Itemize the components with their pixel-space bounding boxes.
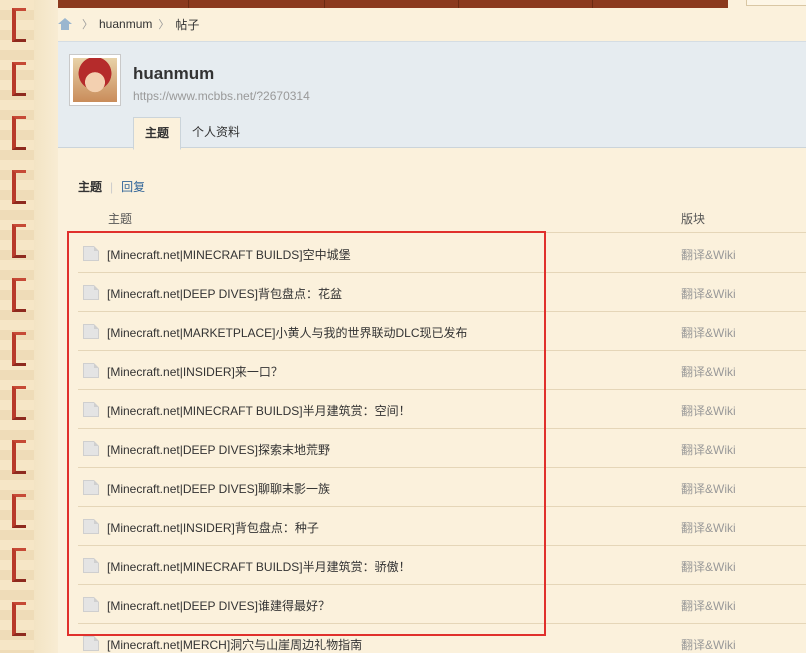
profile-tabs: 主题 个人资料	[133, 117, 251, 150]
decorative-brick	[12, 332, 26, 366]
forum-link[interactable]: 翻译&Wiki	[681, 597, 736, 614]
document-icon	[83, 480, 99, 495]
table-row: [Minecraft.net|MERCH]洞穴与山崖周边礼物指南 翻译&Wiki	[78, 624, 806, 653]
table-row: [Minecraft.net|MINECRAFT BUILDS]半月建筑赏：空间…	[78, 390, 806, 429]
table-row: [Minecraft.net|DEEP DIVES]背包盘点：花盆 翻译&Wiki	[78, 273, 806, 312]
breadcrumb: 〉 huanmum 〉 帖子	[58, 14, 199, 34]
topic-title-link[interactable]: [Minecraft.net|DEEP DIVES]背包盘点：花盆	[107, 285, 342, 302]
forum-link[interactable]: 翻译&Wiki	[681, 363, 736, 380]
table-row: [Minecraft.net|DEEP DIVES]探索末地荒野 翻译&Wiki	[78, 429, 806, 468]
topic-title-link[interactable]: [Minecraft.net|MINECRAFT BUILDS]半月建筑赏：空间…	[107, 402, 411, 419]
topic-title-link[interactable]: [Minecraft.net|MINECRAFT BUILDS]半月建筑赏：骄傲…	[107, 558, 411, 575]
forum-link[interactable]: 翻译&Wiki	[681, 324, 736, 341]
forum-link[interactable]: 翻译&Wiki	[681, 636, 736, 653]
forum-link[interactable]: 翻译&Wiki	[681, 246, 736, 263]
breadcrumb-separator-icon: 〉	[82, 19, 93, 31]
topic-title-link[interactable]: [Minecraft.net|MARKETPLACE]小黄人与我的世界联动DLC…	[107, 324, 468, 341]
document-icon	[83, 324, 99, 339]
subnav: 主题 | 回复	[78, 178, 145, 195]
document-icon	[83, 558, 99, 573]
forum-link[interactable]: 翻译&Wiki	[681, 402, 736, 419]
decorative-brick	[12, 224, 26, 258]
breadcrumb-separator-icon: 〉	[158, 19, 170, 31]
tab-profile-info[interactable]: 个人资料	[181, 117, 251, 149]
topic-title-link[interactable]: [Minecraft.net|DEEP DIVES]谁建得最好？	[107, 597, 330, 614]
nav-divider	[458, 0, 459, 8]
decorative-brick	[12, 386, 26, 420]
nav-divider	[592, 0, 593, 8]
table-row: [Minecraft.net|MINECRAFT BUILDS]半月建筑赏：骄傲…	[78, 546, 806, 585]
forum-link[interactable]: 翻译&Wiki	[681, 519, 736, 536]
table-row: [Minecraft.net|MINECRAFT BUILDS]空中城堡 翻译&W…	[78, 234, 806, 273]
decorative-brick	[12, 116, 26, 150]
profile-url[interactable]: https://www.mcbbs.net/?2670314	[133, 89, 310, 103]
decorative-brick	[12, 8, 26, 42]
topic-title-link[interactable]: [Minecraft.net|MERCH]洞穴与山崖周边礼物指南	[107, 636, 362, 653]
subnav-replies[interactable]: 回复	[121, 178, 145, 195]
home-icon[interactable]	[58, 18, 72, 30]
topic-title-link[interactable]: [Minecraft.net|DEEP DIVES]聊聊末影一族	[107, 480, 330, 497]
decorative-brick	[12, 494, 26, 528]
document-icon	[83, 441, 99, 456]
document-icon	[83, 285, 99, 300]
top-right-panel	[746, 0, 806, 6]
document-icon	[83, 246, 99, 261]
column-header-topic: 主题	[108, 212, 133, 226]
table-row: [Minecraft.net|DEEP DIVES]谁建得最好？ 翻译&Wiki	[78, 585, 806, 624]
forum-link[interactable]: 翻译&Wiki	[681, 441, 736, 458]
profile-header: huanmum https://www.mcbbs.net/?2670314 主…	[58, 41, 806, 150]
tab-topics[interactable]: 主题	[133, 117, 182, 150]
document-icon	[83, 636, 99, 651]
nav-divider	[324, 0, 325, 8]
document-icon	[83, 597, 99, 612]
forum-link[interactable]: 翻译&Wiki	[681, 285, 736, 302]
top-navigation-bar	[58, 0, 728, 8]
column-header-forum: 版块	[681, 212, 706, 226]
document-icon	[83, 402, 99, 417]
forum-link[interactable]: 翻译&Wiki	[681, 558, 736, 575]
table-header: 主题 版块	[78, 203, 806, 233]
decorative-left-border	[0, 0, 34, 653]
breadcrumb-item-user[interactable]: huanmum	[99, 17, 152, 31]
decorative-brick	[12, 440, 26, 474]
decorative-brick	[12, 62, 26, 96]
decorative-brick	[12, 170, 26, 204]
topic-title-link[interactable]: [Minecraft.net|INSIDER]背包盘点：种子	[107, 519, 319, 536]
table-row: [Minecraft.net|INSIDER]来一口？ 翻译&Wiki	[78, 351, 806, 390]
document-icon	[83, 519, 99, 534]
table-row: [Minecraft.net|MARKETPLACE]小黄人与我的世界联动DLC…	[78, 312, 806, 351]
decorative-brick	[12, 602, 26, 636]
topic-list: [Minecraft.net|MINECRAFT BUILDS]空中城堡翻译&W…	[78, 234, 806, 653]
avatar[interactable]	[69, 54, 121, 106]
subnav-topics[interactable]: 主题	[78, 178, 102, 195]
table-row: [Minecraft.net|DEEP DIVES]聊聊末影一族 翻译&Wiki	[78, 468, 806, 507]
table-row: [Minecraft.net|INSIDER]背包盘点：种子 翻译&Wiki	[78, 507, 806, 546]
avatar-image	[73, 58, 117, 102]
topic-title-link[interactable]: [Minecraft.net|DEEP DIVES]探索末地荒野	[107, 441, 330, 458]
left-border-shadow	[34, 0, 58, 653]
topic-title-link[interactable]: [Minecraft.net|INSIDER]来一口？	[107, 363, 283, 380]
nav-divider	[188, 0, 189, 8]
topic-title-link[interactable]: [Minecraft.net|MINECRAFT BUILDS]空中城堡	[107, 246, 351, 263]
subnav-divider: |	[110, 179, 114, 194]
forum-link[interactable]: 翻译&Wiki	[681, 480, 736, 497]
breadcrumb-item-posts[interactable]: 帖子	[175, 16, 199, 33]
decorative-brick	[12, 548, 26, 582]
decorative-brick	[12, 278, 26, 312]
profile-username[interactable]: huanmum	[133, 64, 214, 84]
document-icon	[83, 363, 99, 378]
